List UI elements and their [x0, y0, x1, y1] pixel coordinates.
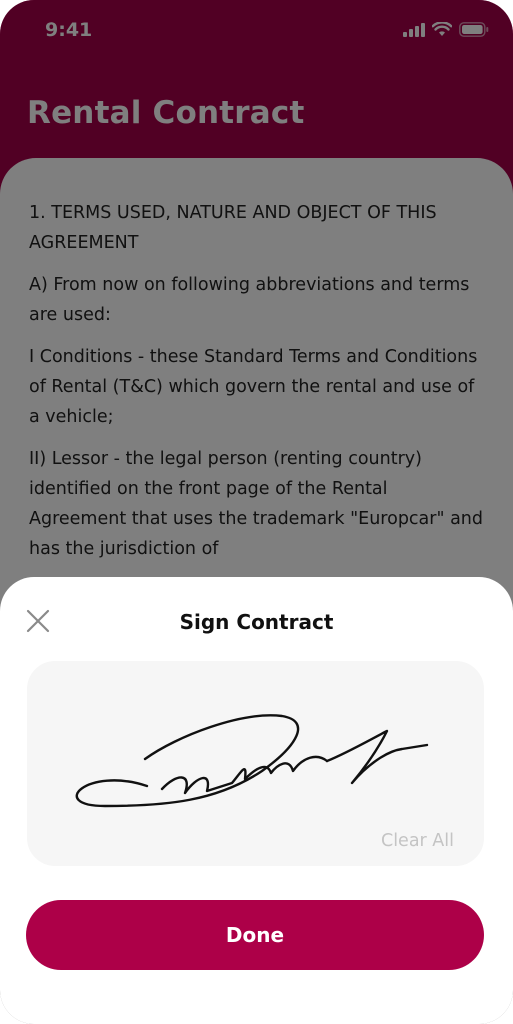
done-button[interactable]: Done	[26, 900, 484, 970]
signature-pad[interactable]: Clear All	[27, 661, 484, 866]
screen: 9:41	[0, 0, 513, 1024]
sheet-title: Sign Contract	[179, 610, 334, 634]
clear-all-button[interactable]: Clear All	[381, 831, 454, 851]
